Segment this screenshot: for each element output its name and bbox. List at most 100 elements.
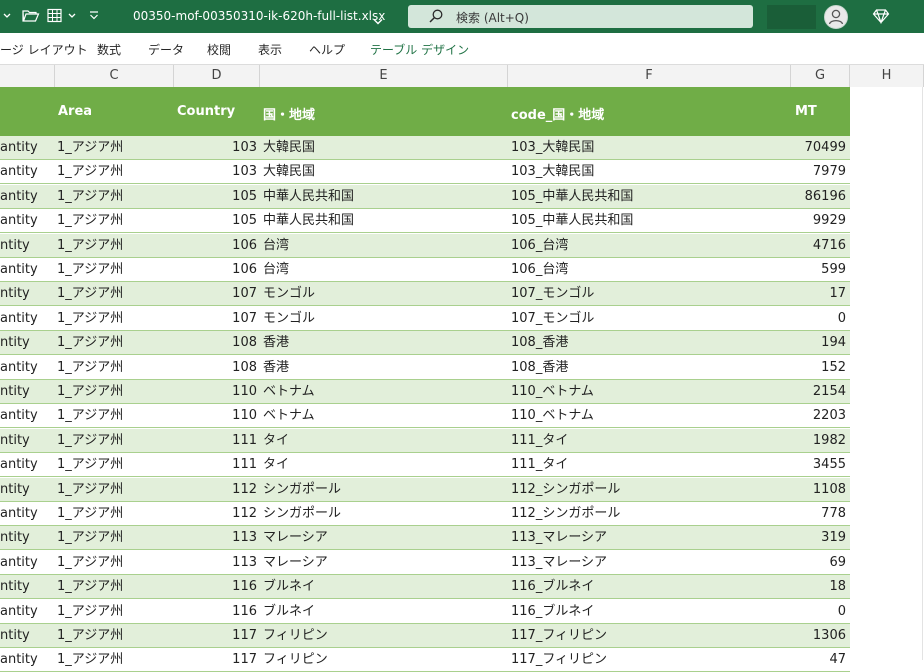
tab-review[interactable]: 校閲	[207, 41, 231, 58]
dropdown-chevron-icon[interactable]	[67, 8, 77, 24]
cell-country-code[interactable]: 116	[174, 575, 259, 598]
cell-code-region[interactable]: 106_台湾	[508, 258, 790, 281]
cell-country-code[interactable]: 117	[174, 624, 259, 647]
cell-code-region[interactable]: 113_マレーシア	[508, 526, 790, 549]
cell-country-code[interactable]: 111	[174, 429, 259, 452]
cell-mt[interactable]: 194	[791, 331, 849, 354]
cell-code-region[interactable]: 111_タイ	[508, 453, 790, 476]
column-header-e[interactable]: E	[260, 65, 508, 87]
empty-column-h[interactable]	[850, 87, 924, 660]
column-header-h[interactable]: H	[850, 65, 924, 87]
cell-country-code[interactable]: 103	[174, 160, 259, 183]
cell-region[interactable]: シンガポール	[260, 478, 507, 501]
cell-country-code[interactable]: 112	[174, 478, 259, 501]
cell-country-code[interactable]: 108	[174, 331, 259, 354]
avatar[interactable]	[824, 5, 848, 29]
cell-area[interactable]: 1_アジア州	[55, 404, 173, 427]
cell-country-code[interactable]: 110	[174, 380, 259, 403]
cell-mt[interactable]: 86196	[791, 185, 849, 208]
cell-label[interactable]: antity	[0, 356, 54, 379]
cell-area[interactable]: 1_アジア州	[55, 551, 173, 574]
cell-region[interactable]: タイ	[260, 453, 507, 476]
search-box[interactable]: 検索 (Alt+Q)	[408, 5, 753, 28]
cell-country-code[interactable]: 112	[174, 502, 259, 525]
cell-country-code[interactable]: 107	[174, 307, 259, 330]
column-header-d[interactable]: D	[174, 65, 260, 87]
cell-code-region[interactable]: 111_タイ	[508, 429, 790, 452]
cell-label[interactable]: antity	[0, 209, 54, 232]
cell-area[interactable]: 1_アジア州	[55, 356, 173, 379]
tab-data[interactable]: データ	[148, 41, 184, 58]
cell-mt[interactable]: 319	[791, 526, 849, 549]
cell-country-code[interactable]: 116	[174, 600, 259, 623]
tab-help[interactable]: ヘルプ	[309, 41, 345, 58]
cell-area[interactable]: 1_アジア州	[55, 234, 173, 257]
customize-toolbar-icon[interactable]	[88, 8, 100, 24]
column-header-g[interactable]: G	[791, 65, 850, 87]
cell-mt[interactable]: 70499	[791, 136, 849, 159]
cell-label[interactable]: antity	[0, 160, 54, 183]
file-name[interactable]: 00350-mof-00350310-ik-620h-full-list.xls…	[133, 9, 385, 23]
cell-region[interactable]: 中華人民共和国	[260, 209, 507, 232]
cell-code-region[interactable]: 112_シンガポール	[508, 502, 790, 525]
cell-region[interactable]: 香港	[260, 356, 507, 379]
cell-area[interactable]: 1_アジア州	[55, 307, 173, 330]
cell-area[interactable]: 1_アジア州	[55, 258, 173, 281]
cell-area[interactable]: 1_アジア州	[55, 209, 173, 232]
tab-formulas[interactable]: 数式	[97, 41, 121, 58]
worksheet-grid[interactable]: Area Country 国・地域 code_国・地域 MT antity 1_ア…	[0, 87, 924, 672]
cell-mt[interactable]: 9929	[791, 209, 849, 232]
header-area[interactable]: Area	[58, 104, 92, 119]
cell-mt[interactable]: 599	[791, 258, 849, 281]
cell-country-code[interactable]: 106	[174, 258, 259, 281]
cell-mt[interactable]: 1982	[791, 429, 849, 452]
cell-area[interactable]: 1_アジア州	[55, 429, 173, 452]
cell-country-code[interactable]: 108	[174, 356, 259, 379]
cell-label[interactable]: ntity	[0, 478, 54, 501]
cell-label[interactable]: antity	[0, 185, 54, 208]
chevron-down-icon[interactable]	[2, 8, 12, 24]
cell-area[interactable]: 1_アジア州	[55, 185, 173, 208]
cell-area[interactable]: 1_アジア州	[55, 282, 173, 305]
cell-region[interactable]: ベトナム	[260, 380, 507, 403]
cell-label[interactable]: antity	[0, 600, 54, 623]
cell-code-region[interactable]: 108_香港	[508, 331, 790, 354]
cell-area[interactable]: 1_アジア州	[55, 575, 173, 598]
cell-code-region[interactable]: 105_中華人民共和国	[508, 209, 790, 232]
cell-area[interactable]: 1_アジア州	[55, 160, 173, 183]
cell-code-region[interactable]: 116_ブルネイ	[508, 575, 790, 598]
header-region[interactable]: 国・地域	[263, 104, 315, 123]
title-bar-button[interactable]	[767, 5, 816, 29]
cell-code-region[interactable]: 110_ベトナム	[508, 380, 790, 403]
tab-table-design[interactable]: テーブル デザイン	[370, 41, 469, 58]
cell-area[interactable]: 1_アジア州	[55, 624, 173, 647]
cell-mt[interactable]: 3455	[791, 453, 849, 476]
cell-label[interactable]: antity	[0, 551, 54, 574]
cell-region[interactable]: ブルネイ	[260, 600, 507, 623]
cell-mt[interactable]: 69	[791, 551, 849, 574]
cell-label[interactable]: antity	[0, 502, 54, 525]
header-code-region[interactable]: code_国・地域	[511, 104, 604, 123]
cell-region[interactable]: モンゴル	[260, 307, 507, 330]
cell-code-region[interactable]: 107_モンゴル	[508, 307, 790, 330]
cell-code-region[interactable]: 103_大韓民国	[508, 136, 790, 159]
column-header-f[interactable]: F	[508, 65, 791, 87]
cell-mt[interactable]: 4716	[791, 234, 849, 257]
cell-code-region[interactable]: 108_香港	[508, 356, 790, 379]
cell-label[interactable]: ntity	[0, 331, 54, 354]
cell-country-code[interactable]: 105	[174, 185, 259, 208]
tab-page-layout[interactable]: ージ レイアウト	[0, 41, 88, 58]
table-format-icon[interactable]	[47, 8, 65, 24]
cell-label[interactable]: ntity	[0, 282, 54, 305]
cell-label[interactable]: antity	[0, 404, 54, 427]
cell-region[interactable]: シンガポール	[260, 502, 507, 525]
cell-label[interactable]: ntity	[0, 624, 54, 647]
cell-region[interactable]: フィリピン	[260, 624, 507, 647]
cell-country-code[interactable]: 106	[174, 234, 259, 257]
cell-mt[interactable]: 17	[791, 282, 849, 305]
cell-code-region[interactable]: 107_モンゴル	[508, 282, 790, 305]
cell-code-region[interactable]: 103_大韓民国	[508, 160, 790, 183]
cell-code-region[interactable]: 106_台湾	[508, 234, 790, 257]
cell-area[interactable]: 1_アジア州	[55, 453, 173, 476]
cell-area[interactable]: 1_アジア州	[55, 526, 173, 549]
